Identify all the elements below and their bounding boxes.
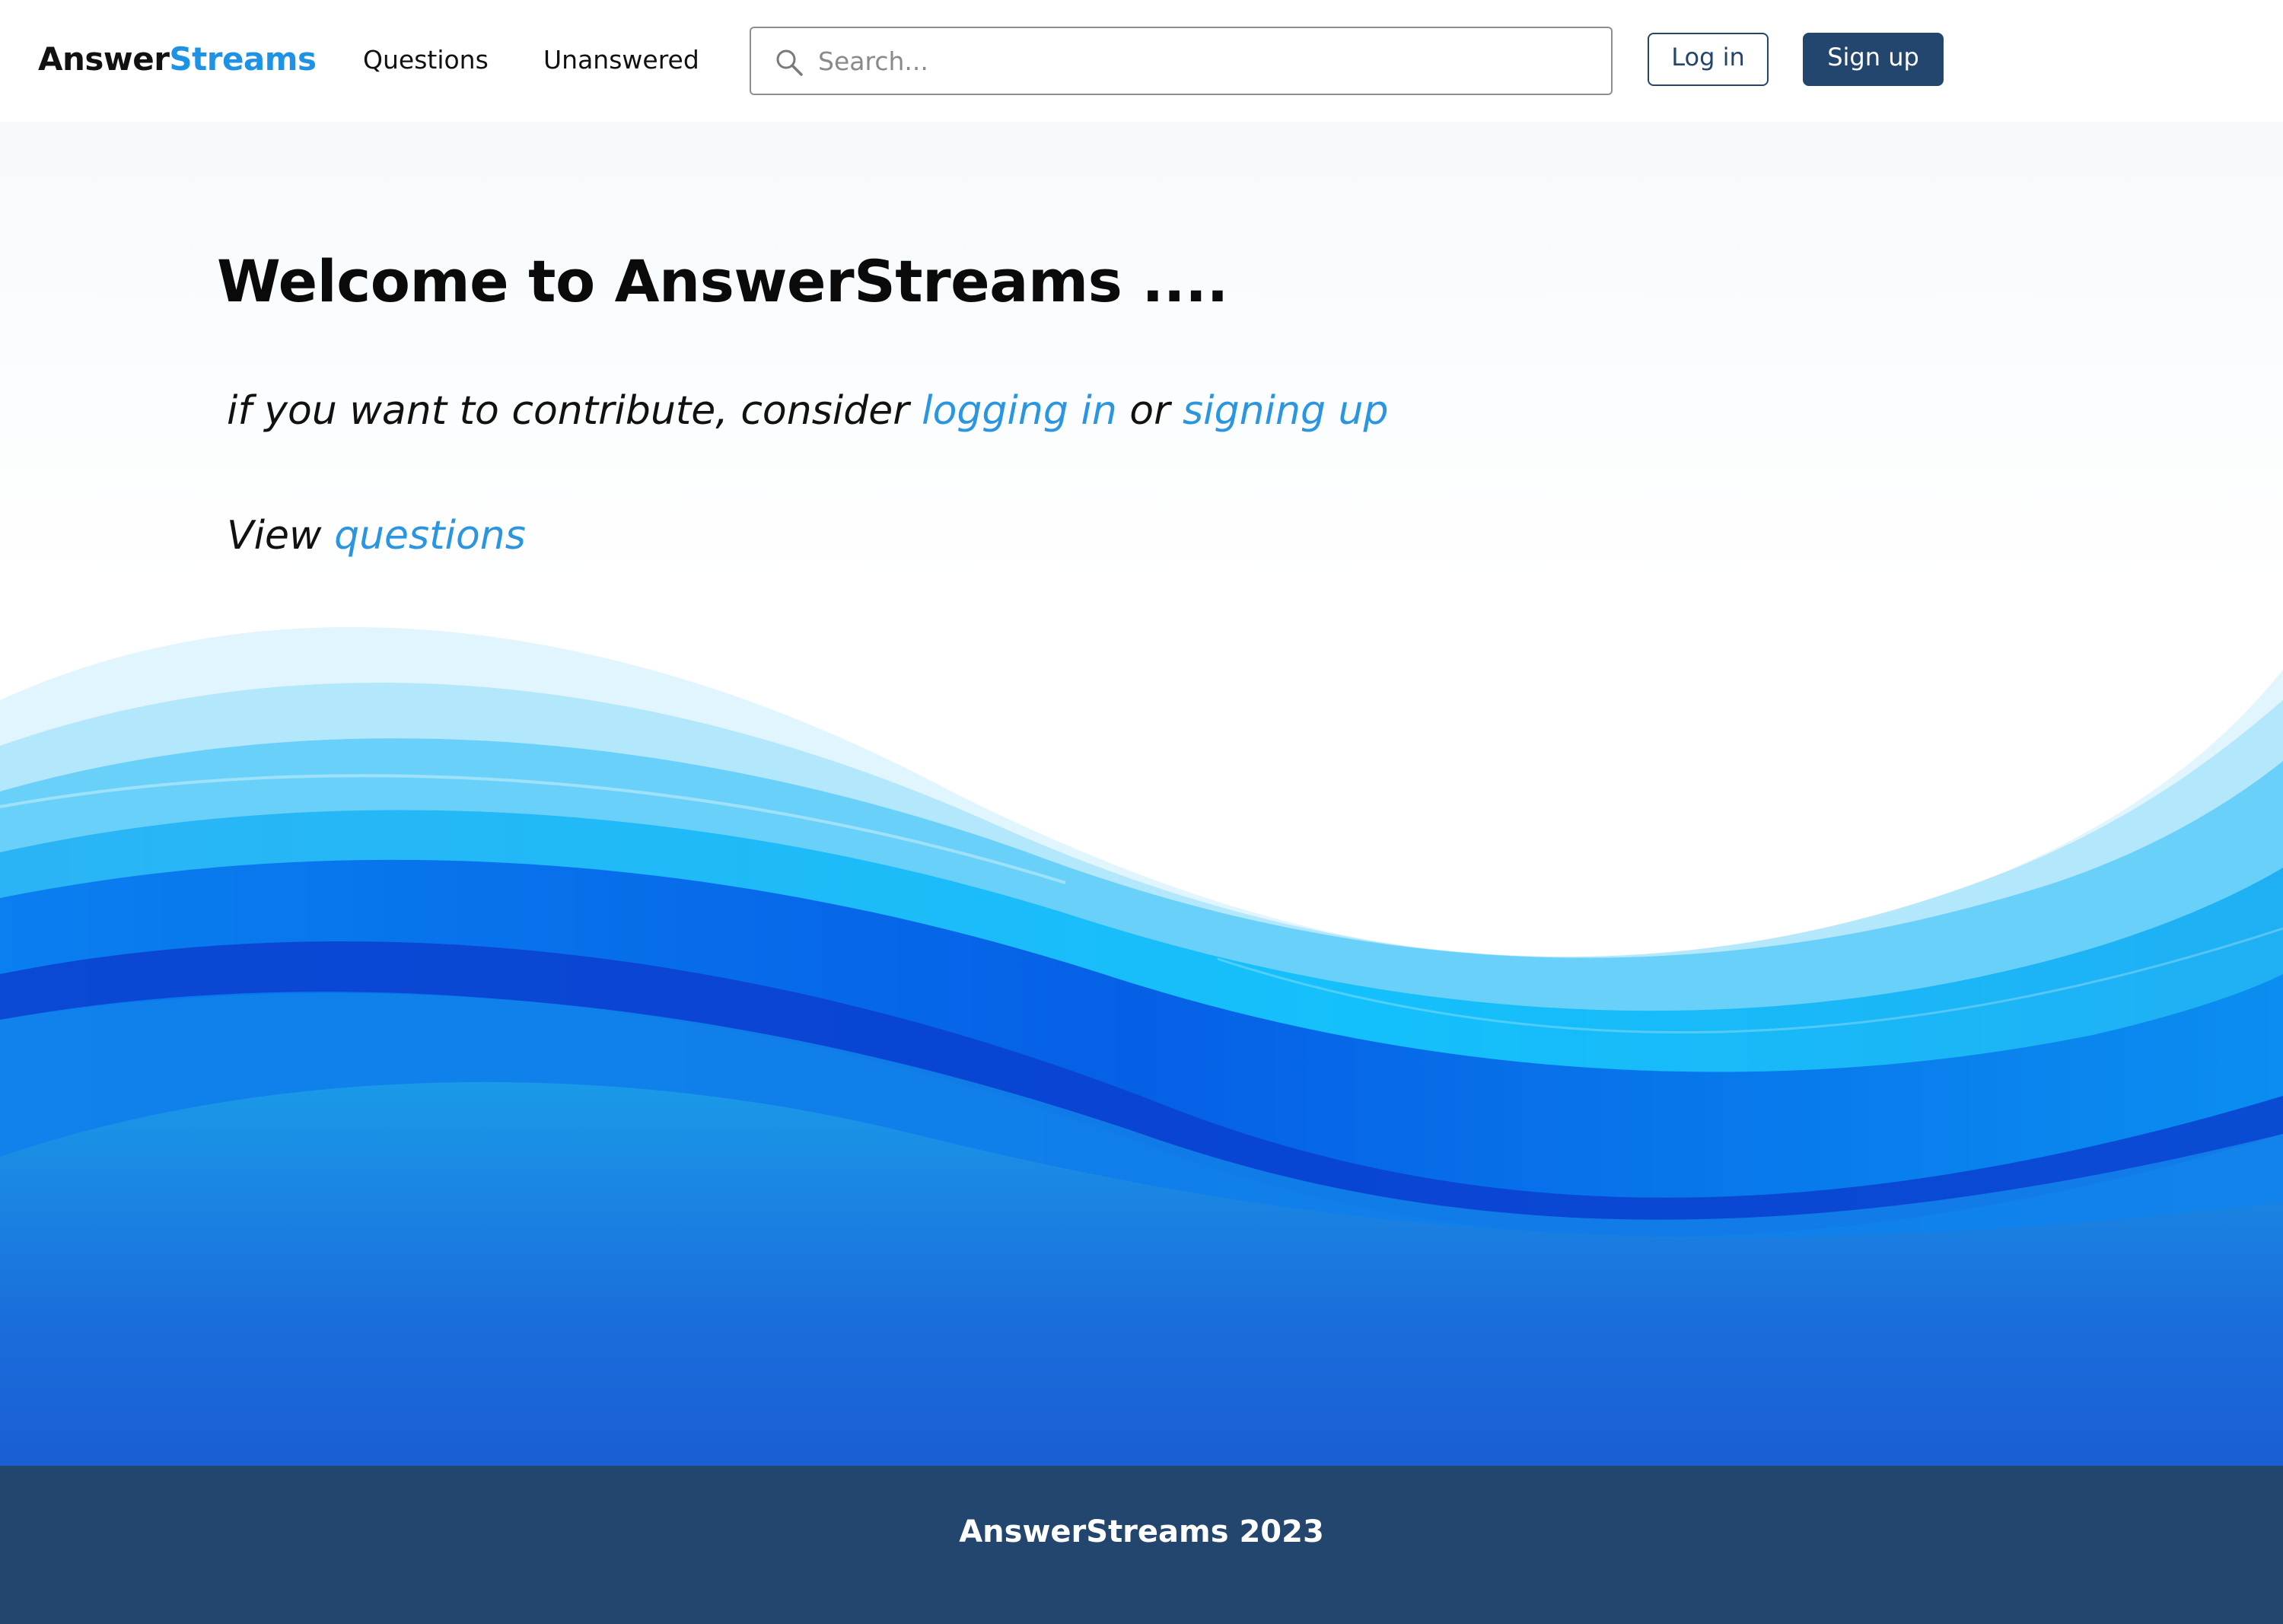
- or-text: or: [1116, 388, 1183, 434]
- nav-questions-link[interactable]: Questions: [363, 43, 489, 77]
- top-navbar: AnswerStreams Questions Unanswered Log i…: [0, 0, 2283, 122]
- questions-link[interactable]: questions: [334, 513, 526, 559]
- signup-link[interactable]: signing up: [1183, 388, 1388, 434]
- signup-button[interactable]: Sign up: [1803, 33, 1944, 86]
- login-button[interactable]: Log in: [1648, 33, 1769, 86]
- nav-unanswered-link[interactable]: Unanswered: [543, 43, 699, 77]
- hero-title: Welcome to AnswerStreams ....: [217, 247, 1228, 315]
- search-icon: [776, 49, 803, 76]
- search-input[interactable]: [818, 39, 1594, 83]
- view-prefix: View: [227, 513, 335, 559]
- search-box[interactable]: [750, 27, 1613, 95]
- contribute-prefix: if you want to contribute, consider: [227, 388, 922, 434]
- brand-logo[interactable]: AnswerStreams: [38, 38, 317, 81]
- footer-text: AnswerStreams 2023: [959, 1514, 1324, 1549]
- contribute-text: if you want to contribute, consider logg…: [227, 388, 1388, 434]
- brand-logo-part1: Answer: [38, 40, 170, 78]
- landing-page: AnswerStreams Questions Unanswered Log i…: [0, 0, 2283, 1624]
- view-questions-text: View questions: [227, 513, 526, 559]
- hero-wave-background: [0, 122, 2283, 1466]
- page-footer: AnswerStreams 2023: [0, 1466, 2283, 1624]
- brand-logo-part2: Streams: [169, 40, 317, 78]
- login-link[interactable]: logging in: [922, 388, 1117, 434]
